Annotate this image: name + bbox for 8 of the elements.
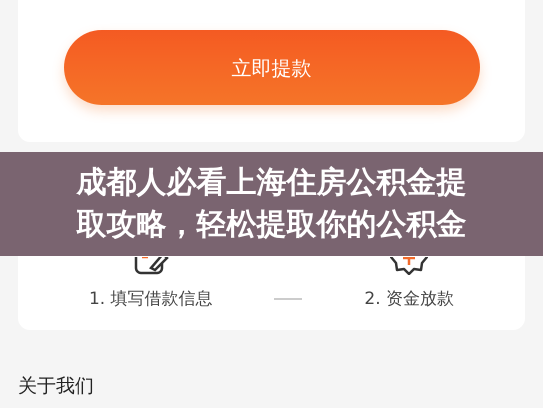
connector-line (274, 298, 302, 300)
coin-badge-icon (390, 256, 428, 274)
banner-title: 成都人必看上海住房公积金提取攻略，轻松提取你的公积金 (75, 164, 468, 244)
step-label: 2. 资金放款 (364, 288, 454, 310)
withdraw-button[interactable]: 立即提款 (64, 30, 480, 105)
step-label: 1. 填写借款信息 (88, 288, 213, 310)
form-edit-icon (132, 256, 169, 274)
section-title: 关于我们 (18, 374, 95, 399)
